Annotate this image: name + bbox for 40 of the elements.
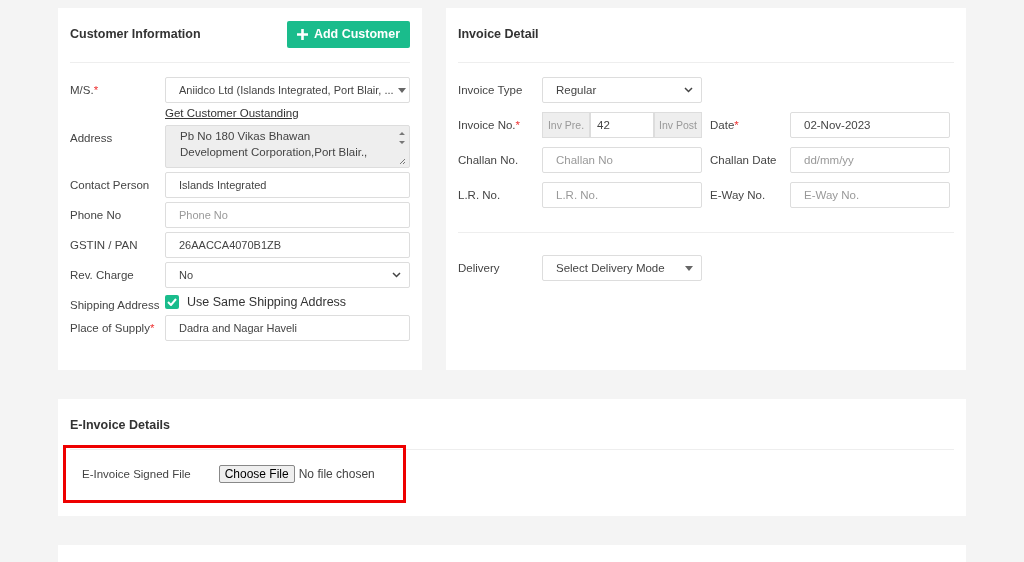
- choose-file-button[interactable]: Choose File: [218, 465, 295, 483]
- input-field[interactable]: 26AACCA4070B1ZB: [165, 232, 410, 258]
- card-title: Invoice Detail: [458, 27, 539, 41]
- field-label: Place of Supply*: [70, 321, 156, 334]
- chevron-down-icon: [684, 87, 693, 93]
- field-label: Delivery: [458, 262, 501, 274]
- checkbox-label: Use Same Shipping Address: [187, 295, 347, 309]
- plus-icon: [296, 28, 308, 40]
- field-label: E-Way No.: [710, 189, 767, 201]
- select-field[interactable]: Regular: [542, 77, 702, 103]
- field-label: GSTIN / PAN: [70, 238, 139, 251]
- address-textarea[interactable]: Pb No 180 Vikas Bhawan Development Corporation,Port Blair.,: [165, 125, 410, 168]
- customer-dropdown[interactable]: Aniidco Ltd (Islands Integrated, Port Blair, ...: [165, 77, 410, 103]
- input-field[interactable]: Dadra and Nagar Haveli: [165, 315, 410, 341]
- input-field[interactable]: 42: [590, 112, 654, 138]
- field-label: E-Invoice Signed File: [82, 468, 191, 480]
- field-label: Shipping Address: [70, 298, 161, 311]
- card-title: E-Invoice Details: [70, 418, 171, 432]
- field-label: Invoice No.*: [458, 119, 521, 131]
- field-label: Phone No: [70, 208, 123, 221]
- checkbox[interactable]: [165, 295, 179, 309]
- field-label: Date*: [710, 119, 740, 131]
- delivery-dropdown[interactable]: Select Delivery Mode: [542, 255, 702, 281]
- customer-outstanding-link[interactable]: Get Customer Oustanding: [165, 107, 299, 119]
- field-label: Rev. Charge: [70, 268, 135, 281]
- field-label: Invoice Type: [458, 84, 524, 96]
- caret-down-icon: [397, 87, 406, 93]
- field-label: M/S.*: [70, 83, 100, 96]
- file-status: No file chosen: [298, 467, 375, 481]
- caret-down-icon: [685, 265, 693, 271]
- field-label: Address: [70, 131, 114, 144]
- select-field[interactable]: No: [165, 262, 410, 288]
- field-label: Challan No.: [458, 154, 520, 166]
- date-field[interactable]: 02-Nov-2023: [790, 112, 950, 138]
- field-label: L.R. No.: [458, 189, 502, 201]
- field-label: Contact Person: [70, 178, 151, 191]
- input-field[interactable]: Islands Integrated: [165, 172, 410, 198]
- field-label: Challan Date: [710, 154, 778, 166]
- chevron-down-icon: [392, 272, 401, 278]
- card-title: Customer Information: [70, 27, 201, 41]
